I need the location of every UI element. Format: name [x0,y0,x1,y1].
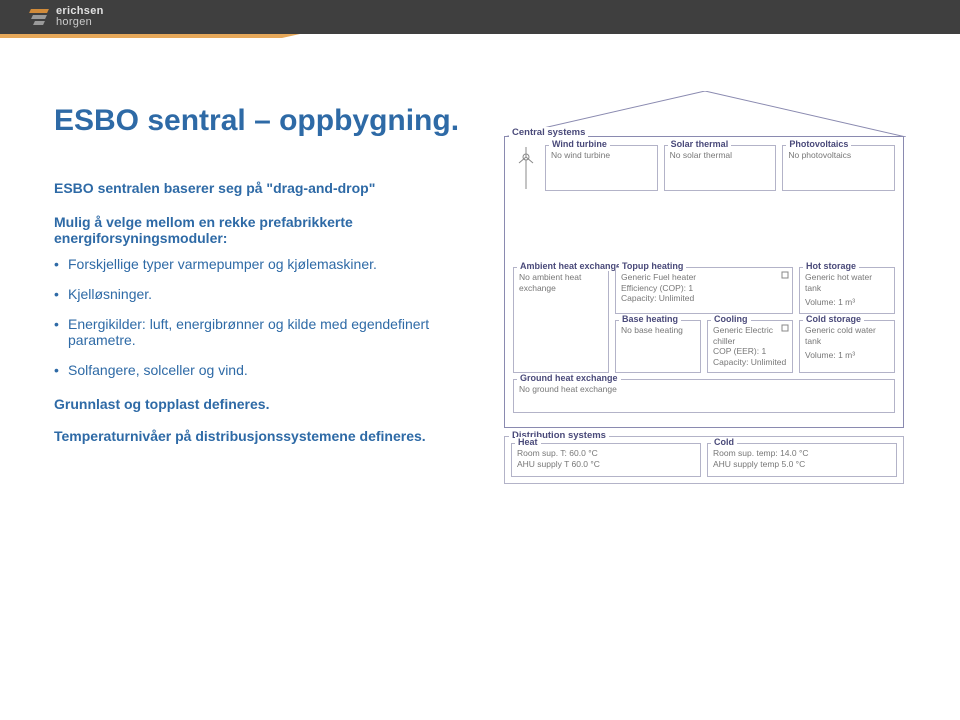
photovoltaics-label: Photovoltaics [786,139,851,149]
hot-storage-line2: Volume: 1 m³ [805,297,889,308]
dist-cold-line2: AHU supply temp 5.0 °C [713,459,891,470]
cooling-line1: Generic Electric chiller [713,325,787,346]
cold-storage-label: Cold storage [803,314,864,324]
dist-heat-line2: AHU supply T 60.0 °C [517,459,695,470]
cooling-line2: COP (EER): 1 [713,346,787,357]
brand-logo-mark [28,7,50,27]
roof-row: Wind turbine No wind turbine Solar therm… [513,145,895,191]
closing-line-1: Grunnlast og topplast defineres. [54,396,474,412]
slide-body: ESBO sentral – oppbygning. ESBO sentrale… [0,34,960,484]
bullet-item: Energikilder: luft, energibrønner og kil… [54,316,474,348]
brand-logo-text: erichsen horgen [56,6,104,28]
dist-heat-box[interactable]: Heat Room sup. T: 60.0 °C AHU supply T 6… [511,443,701,477]
solar-thermal-text: No solar thermal [670,150,771,161]
ambient-heat-text: No ambient heat exchange [519,272,603,293]
topup-heating-line2: Efficiency (COP): 1 [621,283,787,294]
solar-thermal-label: Solar thermal [668,139,732,149]
hot-storage-line1: Generic hot water tank [805,272,889,293]
cold-storage-line1: Generic cold water tank [805,325,889,346]
text-column: ESBO sentral – oppbygning. ESBO sentrale… [54,104,474,484]
ground-heat-label: Ground heat exchange [517,373,621,383]
ambient-heat-box[interactable]: Ambient heat exchange No ambient heat ex… [513,267,609,373]
accent-bar [0,34,300,38]
distribution-systems-box: Distribution systems Heat Room sup. T: 6… [504,436,904,484]
base-heating-text: No base heating [621,325,695,336]
ground-heat-text: No ground heat exchange [519,384,889,395]
ground-row: Ground heat exchange No ground heat exch… [513,379,895,413]
bullet-list: Forskjellige typer varmepumper og kjølem… [54,256,474,378]
photovoltaics-text: No photovoltaics [788,150,889,161]
ground-heat-box[interactable]: Ground heat exchange No ground heat exch… [513,379,895,413]
bullet-item: Forskjellige typer varmepumper og kjølem… [54,256,474,272]
pin-icon [781,324,789,332]
bullet-item: Solfangere, solceller og vind. [54,362,474,378]
closing-line-2: Temperaturnivåer på distribusjonssysteme… [54,428,474,444]
topup-heating-label: Topup heating [619,261,686,271]
intro-line-1: ESBO sentralen baserer seg på "drag-and-… [54,180,474,196]
esbo-diagram: Central systems Wind turbine No wind tur… [504,86,920,484]
cooling-line3: Capacity: Unlimited [713,357,787,368]
cold-storage-line2: Volume: 1 m³ [805,350,889,361]
page-title: ESBO sentral – oppbygning. [54,104,474,138]
mid-row-1: Ambient heat exchange No ambient heat ex… [513,267,895,373]
dist-cold-label: Cold [711,437,737,447]
wind-turbine-text: No wind turbine [551,150,652,161]
pin-icon [781,271,789,279]
central-systems-label: Central systems [509,127,588,138]
wind-turbine-label: Wind turbine [549,139,610,149]
cold-storage-box[interactable]: Cold storage Generic cold water tank Vol… [799,320,895,374]
hot-storage-box[interactable]: Hot storage Generic hot water tank Volum… [799,267,895,314]
bullet-item: Kjelløsninger. [54,286,474,302]
dist-heat-line1: Room sup. T: 60.0 °C [517,448,695,459]
wind-turbine-icon [513,145,539,191]
topup-heating-line1: Generic Fuel heater [621,272,787,283]
dist-heat-label: Heat [515,437,541,447]
base-heating-box[interactable]: Base heating No base heating [615,320,701,374]
photovoltaics-box[interactable]: Photovoltaics No photovoltaics [782,145,895,191]
solar-thermal-box[interactable]: Solar thermal No solar thermal [664,145,777,191]
central-systems-house: Central systems Wind turbine No wind tur… [504,136,904,428]
wind-turbine-box[interactable]: Wind turbine No wind turbine [545,145,658,191]
topup-heating-line3: Capacity: Unlimited [621,293,787,304]
dist-cold-line1: Room sup. temp: 14.0 °C [713,448,891,459]
cooling-label: Cooling [711,314,751,324]
brand-name-2: horgen [56,16,92,28]
intro-line-2: Mulig å velge mellom en rekke prefabrikk… [54,214,474,246]
cooling-box[interactable]: Cooling Generic Electric chiller COP (EE… [707,320,793,374]
hot-storage-label: Hot storage [803,261,859,271]
base-heating-label: Base heating [619,314,681,324]
topup-heating-box[interactable]: Topup heating Generic Fuel heater Effici… [615,267,793,314]
top-bar: erichsen horgen [0,0,960,34]
ambient-heat-label: Ambient heat exchange [517,261,624,271]
dist-cold-box[interactable]: Cold Room sup. temp: 14.0 °C AHU supply … [707,443,897,477]
brand-logo: erichsen horgen [28,6,104,28]
